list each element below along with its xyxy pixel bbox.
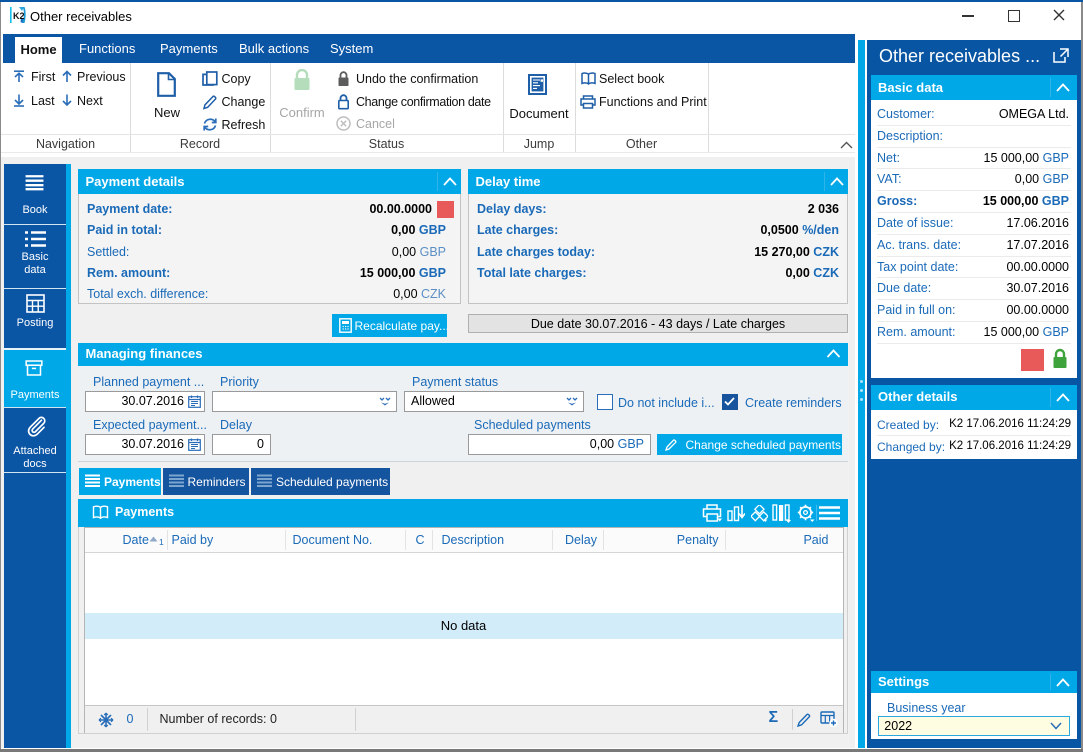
svg-text:K2: K2: [13, 11, 25, 21]
